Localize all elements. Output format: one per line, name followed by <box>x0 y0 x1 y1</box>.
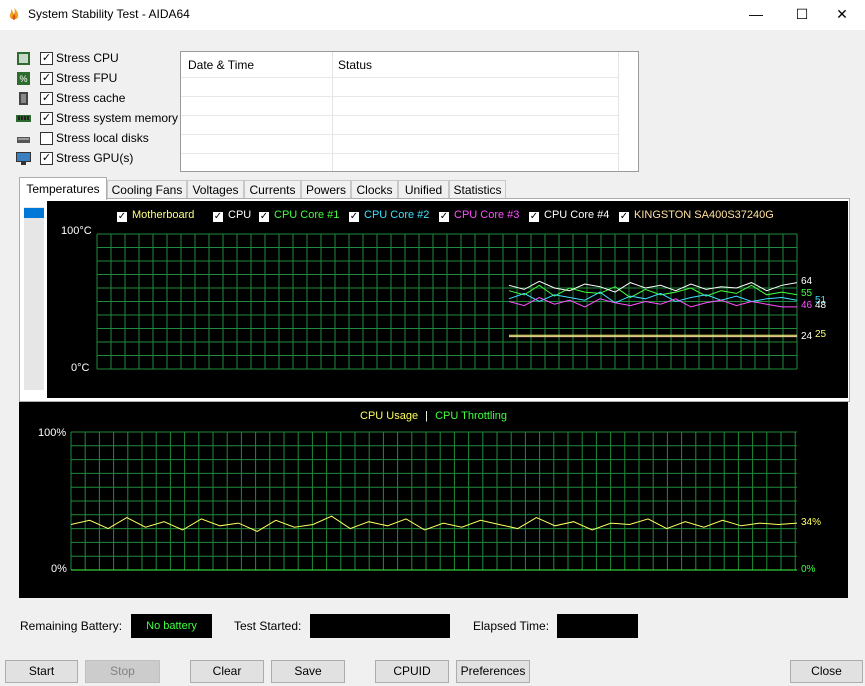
tab-currents[interactable]: Currents <box>244 180 301 199</box>
stress-cpu-checkbox[interactable]: ✓ <box>40 52 53 65</box>
stress-memory-label: Stress system memory <box>56 111 179 125</box>
stress-cpu-label: Stress CPU <box>56 51 119 65</box>
aida64-flame-icon <box>9 7 19 20</box>
temp-value-cpu: 64 <box>801 276 813 287</box>
save-button[interactable]: Save <box>271 660 345 683</box>
sensor-list-scrollbar[interactable] <box>24 207 44 390</box>
tab-statistics[interactable]: Statistics <box>449 180 506 199</box>
temp-value-core4: 48 <box>815 300 827 311</box>
stress-fpu-option[interactable]: % ✓ Stress FPU <box>14 70 184 88</box>
row-divider <box>181 77 618 78</box>
stress-cache-label: Stress cache <box>56 91 126 105</box>
stress-memory-checkbox[interactable]: ✓ <box>40 112 53 125</box>
close-button[interactable]: Close <box>790 660 863 683</box>
test-started-label: Test Started: <box>234 619 302 633</box>
fpu-icon: % <box>17 72 30 85</box>
window-title: System Stability Test - AIDA64 <box>28 7 190 21</box>
tab-voltages[interactable]: Voltages <box>187 180 244 199</box>
temperature-graph: ✓ Motherboard ✓ CPU ✓ CPU Core #1 ✓ CPU Core… <box>47 201 848 398</box>
tab-powers[interactable]: Powers <box>301 180 351 199</box>
cpu-usage-plot <box>70 431 798 571</box>
event-log-table[interactable]: Date & Time Status <box>180 51 639 172</box>
elapsed-time-label: Elapsed Time: <box>473 619 550 633</box>
temp-value-motherboard: 25 <box>815 329 827 340</box>
stress-memory-option[interactable]: ✓ Stress system memory <box>14 110 184 128</box>
minimize-button[interactable]: — <box>733 0 779 30</box>
temperature-plot <box>96 233 798 370</box>
stress-cache-checkbox[interactable]: ✓ <box>40 92 53 105</box>
elapsed-time-box <box>557 614 638 638</box>
cpu-chip-icon <box>17 52 30 65</box>
memory-icon <box>16 115 31 122</box>
disk-icon <box>17 137 30 143</box>
test-started-box <box>310 614 450 638</box>
cache-icon <box>19 92 28 105</box>
title-bar: System Stability Test - AIDA64 — ☐ ✕ <box>0 0 865 30</box>
stress-gpu-option[interactable]: ✓ Stress GPU(s) <box>14 150 184 168</box>
battery-status-box: No battery <box>131 614 212 638</box>
temp-value-ssd: 24 <box>801 331 813 342</box>
monitor-icon <box>16 152 31 165</box>
column-divider <box>618 52 619 171</box>
row-divider <box>181 96 618 97</box>
stress-gpu-label: Stress GPU(s) <box>56 151 134 165</box>
status-column-header[interactable]: Status <box>338 58 372 72</box>
stress-gpu-checkbox[interactable]: ✓ <box>40 152 53 165</box>
stress-fpu-label: Stress FPU <box>56 71 118 85</box>
temp-value-core1: 55 <box>801 288 813 299</box>
stress-fpu-checkbox[interactable]: ✓ <box>40 72 53 85</box>
tab-unified[interactable]: Unified <box>398 180 449 199</box>
cpu-usage-value: 34% <box>801 517 822 528</box>
row-divider <box>181 115 618 116</box>
stress-cpu-option[interactable]: ✓ Stress CPU <box>14 50 184 68</box>
tab-clocks[interactable]: Clocks <box>351 180 398 199</box>
cpu-throttling-value: 0% <box>801 564 816 575</box>
preferences-button[interactable]: Preferences <box>456 660 530 683</box>
svg-text:%: % <box>19 74 27 84</box>
date-time-column-header[interactable]: Date & Time <box>188 58 254 72</box>
cpuid-button[interactable]: CPUID <box>375 660 449 683</box>
stop-button[interactable]: Stop <box>85 660 160 683</box>
stress-disks-option[interactable]: Stress local disks <box>14 130 184 148</box>
stress-disks-checkbox[interactable] <box>40 132 53 145</box>
scrollbar-thumb[interactable] <box>24 208 44 218</box>
stress-disks-label: Stress local disks <box>56 131 149 145</box>
close-window-button[interactable]: ✕ <box>819 0 865 30</box>
remaining-battery-label: Remaining Battery: <box>20 619 123 633</box>
tab-temperatures[interactable]: Temperatures <box>19 177 107 200</box>
start-button[interactable]: Start <box>5 660 78 683</box>
series-line-cpu-usage <box>70 515 798 532</box>
temp-value-core3: 46 <box>801 300 813 311</box>
row-divider <box>181 153 618 154</box>
tab-cooling-fans[interactable]: Cooling Fans <box>107 180 187 199</box>
row-divider <box>181 134 618 135</box>
stress-cache-option[interactable]: ✓ Stress cache <box>14 90 184 108</box>
clear-button[interactable]: Clear <box>190 660 264 683</box>
series-line-cpu-core-3 <box>508 296 797 308</box>
cpu-usage-graph: CPU Usage | CPU Throttling 100% 0% 34% 0… <box>19 402 848 598</box>
